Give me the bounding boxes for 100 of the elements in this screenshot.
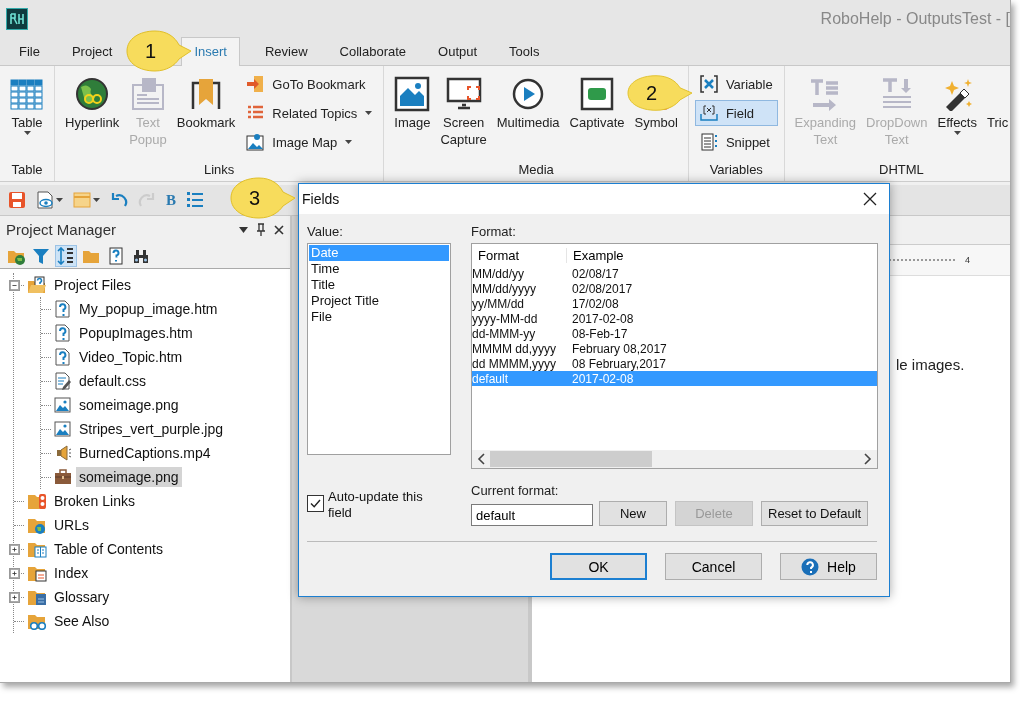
ribbon-button[interactable]: Hyperlink [61,71,124,157]
ribbon-button[interactable]: Snippet [694,129,778,155]
list-row[interactable]: MMMM dd,yyyy February 08,2017 [472,341,877,356]
ribbon-button[interactable]: Image Map [241,129,378,155]
tree-item[interactable]: Broken Links [51,491,138,511]
list-item[interactable]: Title [309,277,449,293]
tree-item[interactable]: someimage.png [76,467,182,487]
dialog-title: Fields [302,191,340,207]
expand-icon[interactable] [9,543,20,555]
collapse-icon[interactable] [9,279,20,291]
numbered-callout-tooltip: 1 [125,29,191,73]
tree-item[interactable]: Project Files [51,275,135,295]
ribbon-button[interactable]: Table [6,71,48,157]
ribbon-button[interactable]: Effects [933,71,981,157]
ribbon-button[interactable]: Captivate [565,71,629,157]
pane-tool-button[interactable] [55,244,77,267]
tree-item[interactable]: URLs [51,515,92,535]
scroll-left-icon[interactable] [477,453,485,465]
stylesheet-icon [54,372,72,390]
text-field[interactable]: default [471,504,593,526]
ribbon-tab[interactable]: Output [431,37,485,65]
ribbon-tab[interactable]: Review [257,37,315,65]
help-topic-icon [107,246,125,265]
tree-item[interactable]: See Also [51,611,113,631]
ribbon-button[interactable]: Image [390,71,435,157]
folder-glasses-icon [27,612,47,630]
toolbar-button[interactable] [71,189,102,211]
ribbon-button[interactable]: Field [694,100,778,126]
dialog-button[interactable]: New [599,501,667,526]
play-icon [511,77,546,111]
ribbon-tab[interactable]: Tools [502,37,547,65]
list-item[interactable]: File [309,309,449,325]
ribbon-group-label: Table [10,162,44,179]
help-topic-icon [54,300,72,318]
ribbon-tab[interactable]: Collaborate [332,37,414,65]
dialog-button[interactable]: Help [780,553,877,580]
checkmark-icon [310,499,321,508]
image-file-icon [54,396,72,414]
filter-icon [32,246,50,265]
expand-icon[interactable] [9,567,20,579]
list-row[interactable]: dd-MMM-yy 08-Feb-17 [472,326,877,341]
dialog-button[interactable]: OK [550,553,647,580]
tree-item[interactable]: default.css [76,371,149,391]
ribbon-button[interactable]: Multimedia [492,71,564,157]
body-text: le images. [896,356,965,373]
tree-item[interactable]: My_popup_image.htm [76,299,221,319]
list-row[interactable]: yyyy-MM-dd 2017-02-08 [472,311,877,326]
tree-item[interactable]: Table of Contents [51,539,166,559]
dialog-button[interactable]: Cancel [665,553,762,580]
scrollbar-thumb[interactable] [490,451,652,467]
column-header[interactable]: Format [472,247,567,263]
caret-icon [365,111,373,115]
tree-item[interactable]: Video_Topic.htm [76,347,186,367]
ribbon-button[interactable]: Related Topics [241,100,378,126]
field-icon [699,104,718,122]
bullet-list-icon [186,191,204,209]
ribbon-button[interactable]: Tric [983,71,1010,157]
ribbon-button[interactable]: Variable [694,71,778,97]
ribbon-group-label: DHTML [878,162,925,179]
close-icon[interactable] [274,224,284,235]
list-item[interactable]: Time [309,261,449,277]
dropdown-icon[interactable] [239,226,248,233]
tree-item[interactable]: BurnedCaptions.mp4 [76,443,214,463]
dialog-button[interactable]: Reset to Default [761,501,869,526]
list-row[interactable]: MM/dd/yyyy 02/08/2017 [472,281,877,296]
list-item[interactable]: Project Title [309,293,449,309]
help-icon [801,557,820,576]
help-topic-icon [54,348,72,366]
tree-item[interactable]: Stripes_vert_purple.jpg [76,419,226,439]
value-list[interactable]: Date Time Title Project Title File [307,243,451,455]
close-icon[interactable] [863,192,877,206]
numbered-callout-tooltip: 2 [626,74,692,112]
app-logo-icon [6,7,28,30]
toolbar-button[interactable] [6,189,28,211]
ribbon-button[interactable]: GoTo Bookmark [241,71,378,97]
variable-icon [699,75,718,93]
tree-item[interactable]: Index [51,563,92,583]
sort-icon [57,246,75,265]
column-header[interactable]: Example [567,247,624,263]
ribbon-tab[interactable]: Insert [181,37,240,66]
bold-button[interactable]: B [164,189,178,211]
checkbox[interactable] [307,495,324,512]
tree-item[interactable]: someimage.png [76,395,182,415]
list-row[interactable]: MM/dd/yy 02/08/17 [472,266,877,281]
pin-icon[interactable] [256,223,266,236]
arrow-icon [246,75,265,93]
ribbon-tab[interactable]: File [12,37,47,65]
ruler-label: 4 [965,255,970,265]
expand-icon[interactable] [9,591,20,603]
ribbon-button[interactable]: Screen Capture [436,71,491,157]
caret-icon [93,198,100,202]
list-row[interactable]: yy/MM/dd 17/02/08 [472,296,877,311]
ribbon-button[interactable]: Bookmark [172,71,240,157]
tree-item[interactable]: Glossary [51,587,113,607]
tree-item[interactable]: PopupImages.htm [76,323,196,343]
toolbar-button[interactable] [34,189,65,211]
list-row[interactable]: dd MMMM,yyyy 08 February,2017 [472,356,877,371]
image-icon [394,76,431,112]
scroll-right-icon[interactable] [864,453,872,465]
ribbon-tab[interactable]: Project [64,37,120,65]
